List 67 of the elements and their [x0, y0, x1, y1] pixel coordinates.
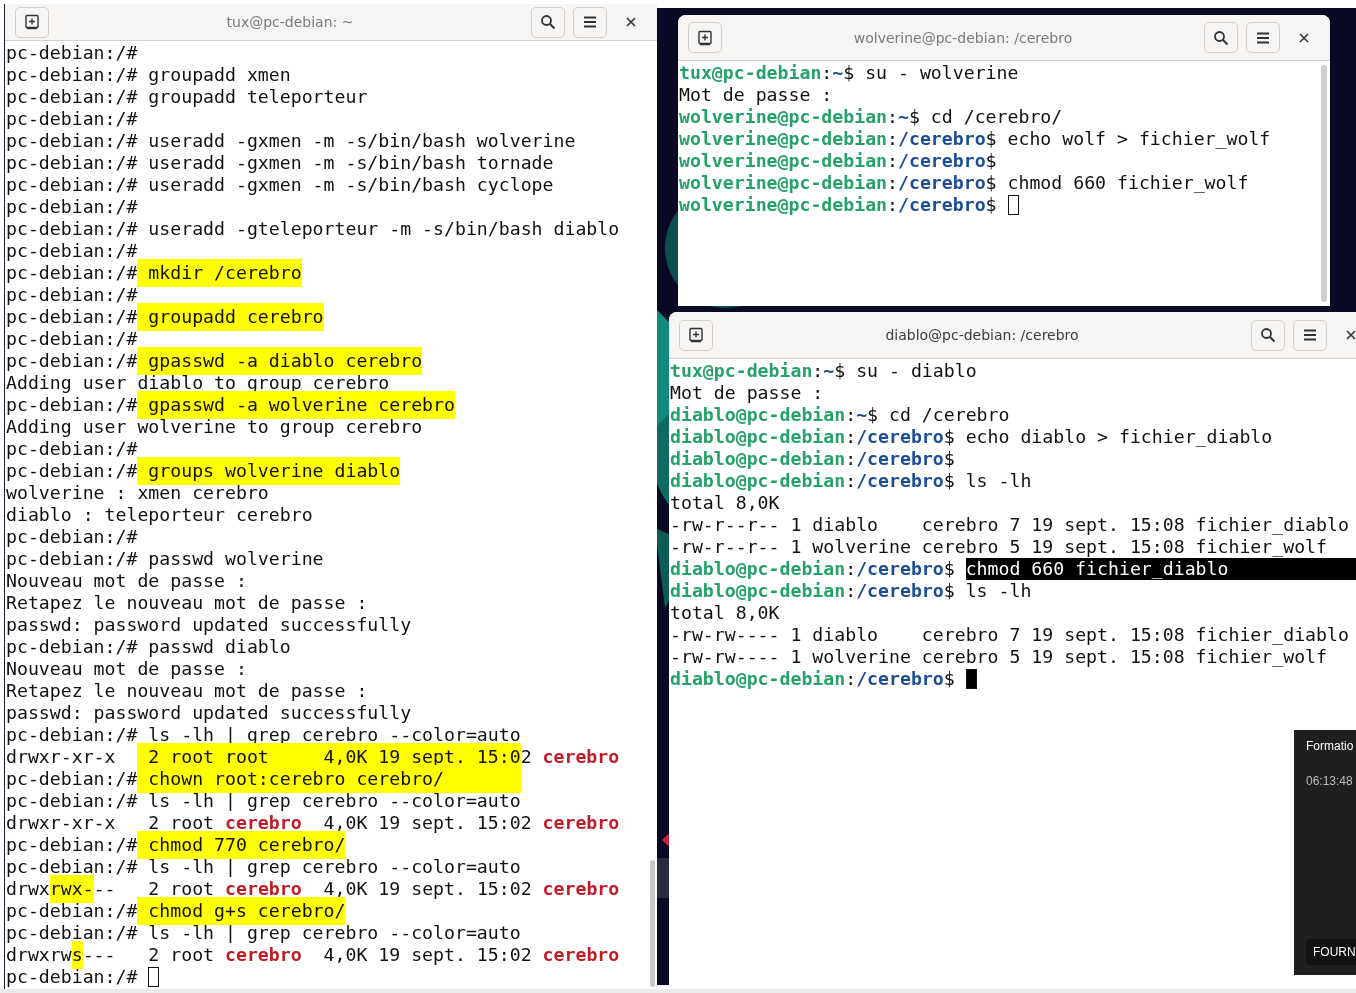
notification-button[interactable]: FOURN [1306, 939, 1356, 965]
terminal-line: -rw-r--r-- 1 wolverine cerebro 5 19 sept. 15:08 fichier_wolf [670, 536, 1327, 558]
terminal-line: pc-debian:/# [6, 438, 138, 460]
terminal-line: diablo@pc-debian:/cerebro$ ls -lh [670, 580, 1032, 602]
terminal-line: pc-debian:/# [6, 966, 139, 988]
window-title: wolverine@pc-debian: /cerebro [852, 29, 1074, 46]
terminal-line: Nouveau mot de passe : [6, 570, 247, 592]
terminal-line: pc-debian:/# [6, 240, 138, 262]
notification-time: 06:13:48 [1306, 774, 1354, 788]
terminal-line: pc-debian:/# groupadd teleporteur [6, 86, 368, 108]
terminal-line: passwd: password updated successfully [6, 614, 412, 636]
terminal-line: Nouveau mot de passe : [6, 658, 247, 680]
terminal-line: wolverine : xmen cerebro [6, 482, 269, 504]
terminal-line: diablo@pc-debian:~$ cd /cerebro [670, 404, 1010, 426]
terminal-line: diablo@pc-debian:/cerebro$ [670, 668, 956, 690]
terminal-line: drwx rwx--- 2 root cerebro 4,0K 19 sept. 15:02 cerebro [6, 878, 620, 900]
terminal-line: -rw-rw---- 1 diablo cerebro 7 19 sept. 15:08 fichier_diablo [670, 624, 1349, 646]
notification-title: Formatio [1306, 739, 1355, 753]
terminal-line: pc-debian:/# chmod g+s cerebro/ [6, 900, 346, 922]
terminal-line: pc-debian:/# passwd diablo [6, 636, 291, 658]
terminal-line: drwxr-xr-x 2 root cerebro 4,0K 19 sept. 15:02 cerebro [6, 812, 620, 834]
terminal-line: passwd: password updated successfully [6, 702, 412, 724]
terminal-line: wolverine@pc-debian:/cerebro$ chmod 660 fichier_wolf [679, 172, 1249, 194]
terminal-line: diablo@pc-debian:/cerebro$ echo diablo > fichier_diablo [670, 426, 1273, 448]
terminal-line: pc-debian:/# ls -lh | grep cerebro --color=auto [6, 790, 521, 812]
terminal-line: wolverine@pc-debian:/cerebro$ [679, 194, 998, 216]
terminal-line: wolverine@pc-debian:/cerebro$ echo wolf > fichier_wolf [679, 128, 1271, 150]
terminal-line: pc-debian:/# ls -lh | grep cerebro --color=auto [6, 922, 521, 944]
window-title: tux@pc-debian: ~ [225, 14, 355, 30]
terminal-line: pc-debian:/# chown root:cerebro cerebro/ [6, 768, 521, 790]
terminal-line: pc-debian:/# useradd -gteleporteur -m -s/bin/bash diablo [6, 218, 620, 240]
terminal-line: pc-debian:/# chmod 770 cerebro/ [6, 834, 346, 856]
terminal-line: pc-debian:/# [6, 42, 138, 64]
terminal-line: Adding user wolverine to group cerebro [6, 416, 423, 438]
terminal-line: diablo@pc-debian:/cerebro$ [670, 448, 955, 470]
terminal-line: total 8,0K [670, 602, 780, 624]
terminal-line: pc-debian:/# groupadd cerebro [6, 306, 324, 328]
terminal-line: pc-debian:/# [6, 284, 138, 306]
terminal-line: tux@pc-debian:~$ su - wolverine [679, 62, 1019, 84]
terminal-line: Mot de passe : [679, 84, 833, 106]
terminal-line: pc-debian:/# gpasswd -a wolverine cerebro [6, 394, 455, 416]
terminal-line: pc-debian:/# [6, 108, 138, 130]
terminal-line: Mot de passe : [670, 382, 824, 404]
terminal-line: pc-debian:/# groups wolverine diablo [6, 460, 401, 482]
terminal-line: pc-debian:/# useradd -gxmen -m -s/bin/bash tornade [6, 152, 554, 174]
terminal-line: diablo : teleporteur cerebro [6, 504, 313, 526]
terminal-line: pc-debian:/# gpasswd -a diablo cerebro [6, 350, 423, 372]
terminal-line: -rw-rw---- 1 wolverine cerebro 5 19 sept. 15:08 fichier_wolf [670, 646, 1327, 668]
terminal-line: pc-debian:/# useradd -gxmen -m -s/bin/bash wolverine [6, 130, 576, 152]
terminal-line: pc-debian:/# [6, 328, 138, 350]
terminal-line: Retapez le nouveau mot de passe : [6, 680, 368, 702]
terminal-line: pc-debian:/# [6, 526, 138, 548]
terminal-line: diablo@pc-debian:/cerebro$ chmod 660 fichier_diablo [670, 558, 1356, 580]
terminal-line: pc-debian:/# [6, 196, 138, 218]
terminal-line: wolverine@pc-debian:~$ cd /cerebro/ [679, 106, 1063, 128]
terminal-line: pc-debian:/# mkdir /cerebro [6, 262, 302, 284]
window-title: diablo@pc-debian: /cerebro [884, 327, 1080, 343]
terminal-line: -rw-r--r-- 1 diablo cerebro 7 19 sept. 15:08 fichier_diablo [670, 514, 1349, 536]
terminal-line: Retapez le nouveau mot de passe : [6, 592, 368, 614]
terminal-line: pc-debian:/# ls -lh | grep cerebro --color=auto [6, 856, 521, 878]
terminal-line: pc-debian:/# useradd -gxmen -m -s/bin/bash cyclope [6, 174, 554, 196]
terminal-line: total 8,0K [670, 492, 780, 514]
terminal-line: wolverine@pc-debian:/cerebro$ [679, 150, 997, 172]
terminal-line: pc-debian:/# groupadd xmen [6, 64, 291, 86]
terminal-line: pc-debian:/# passwd wolverine [6, 548, 324, 570]
terminal-line: tux@pc-debian:~$ su - diablo [670, 360, 977, 382]
terminal-line: diablo@pc-debian:/cerebro$ ls -lh [670, 470, 1032, 492]
